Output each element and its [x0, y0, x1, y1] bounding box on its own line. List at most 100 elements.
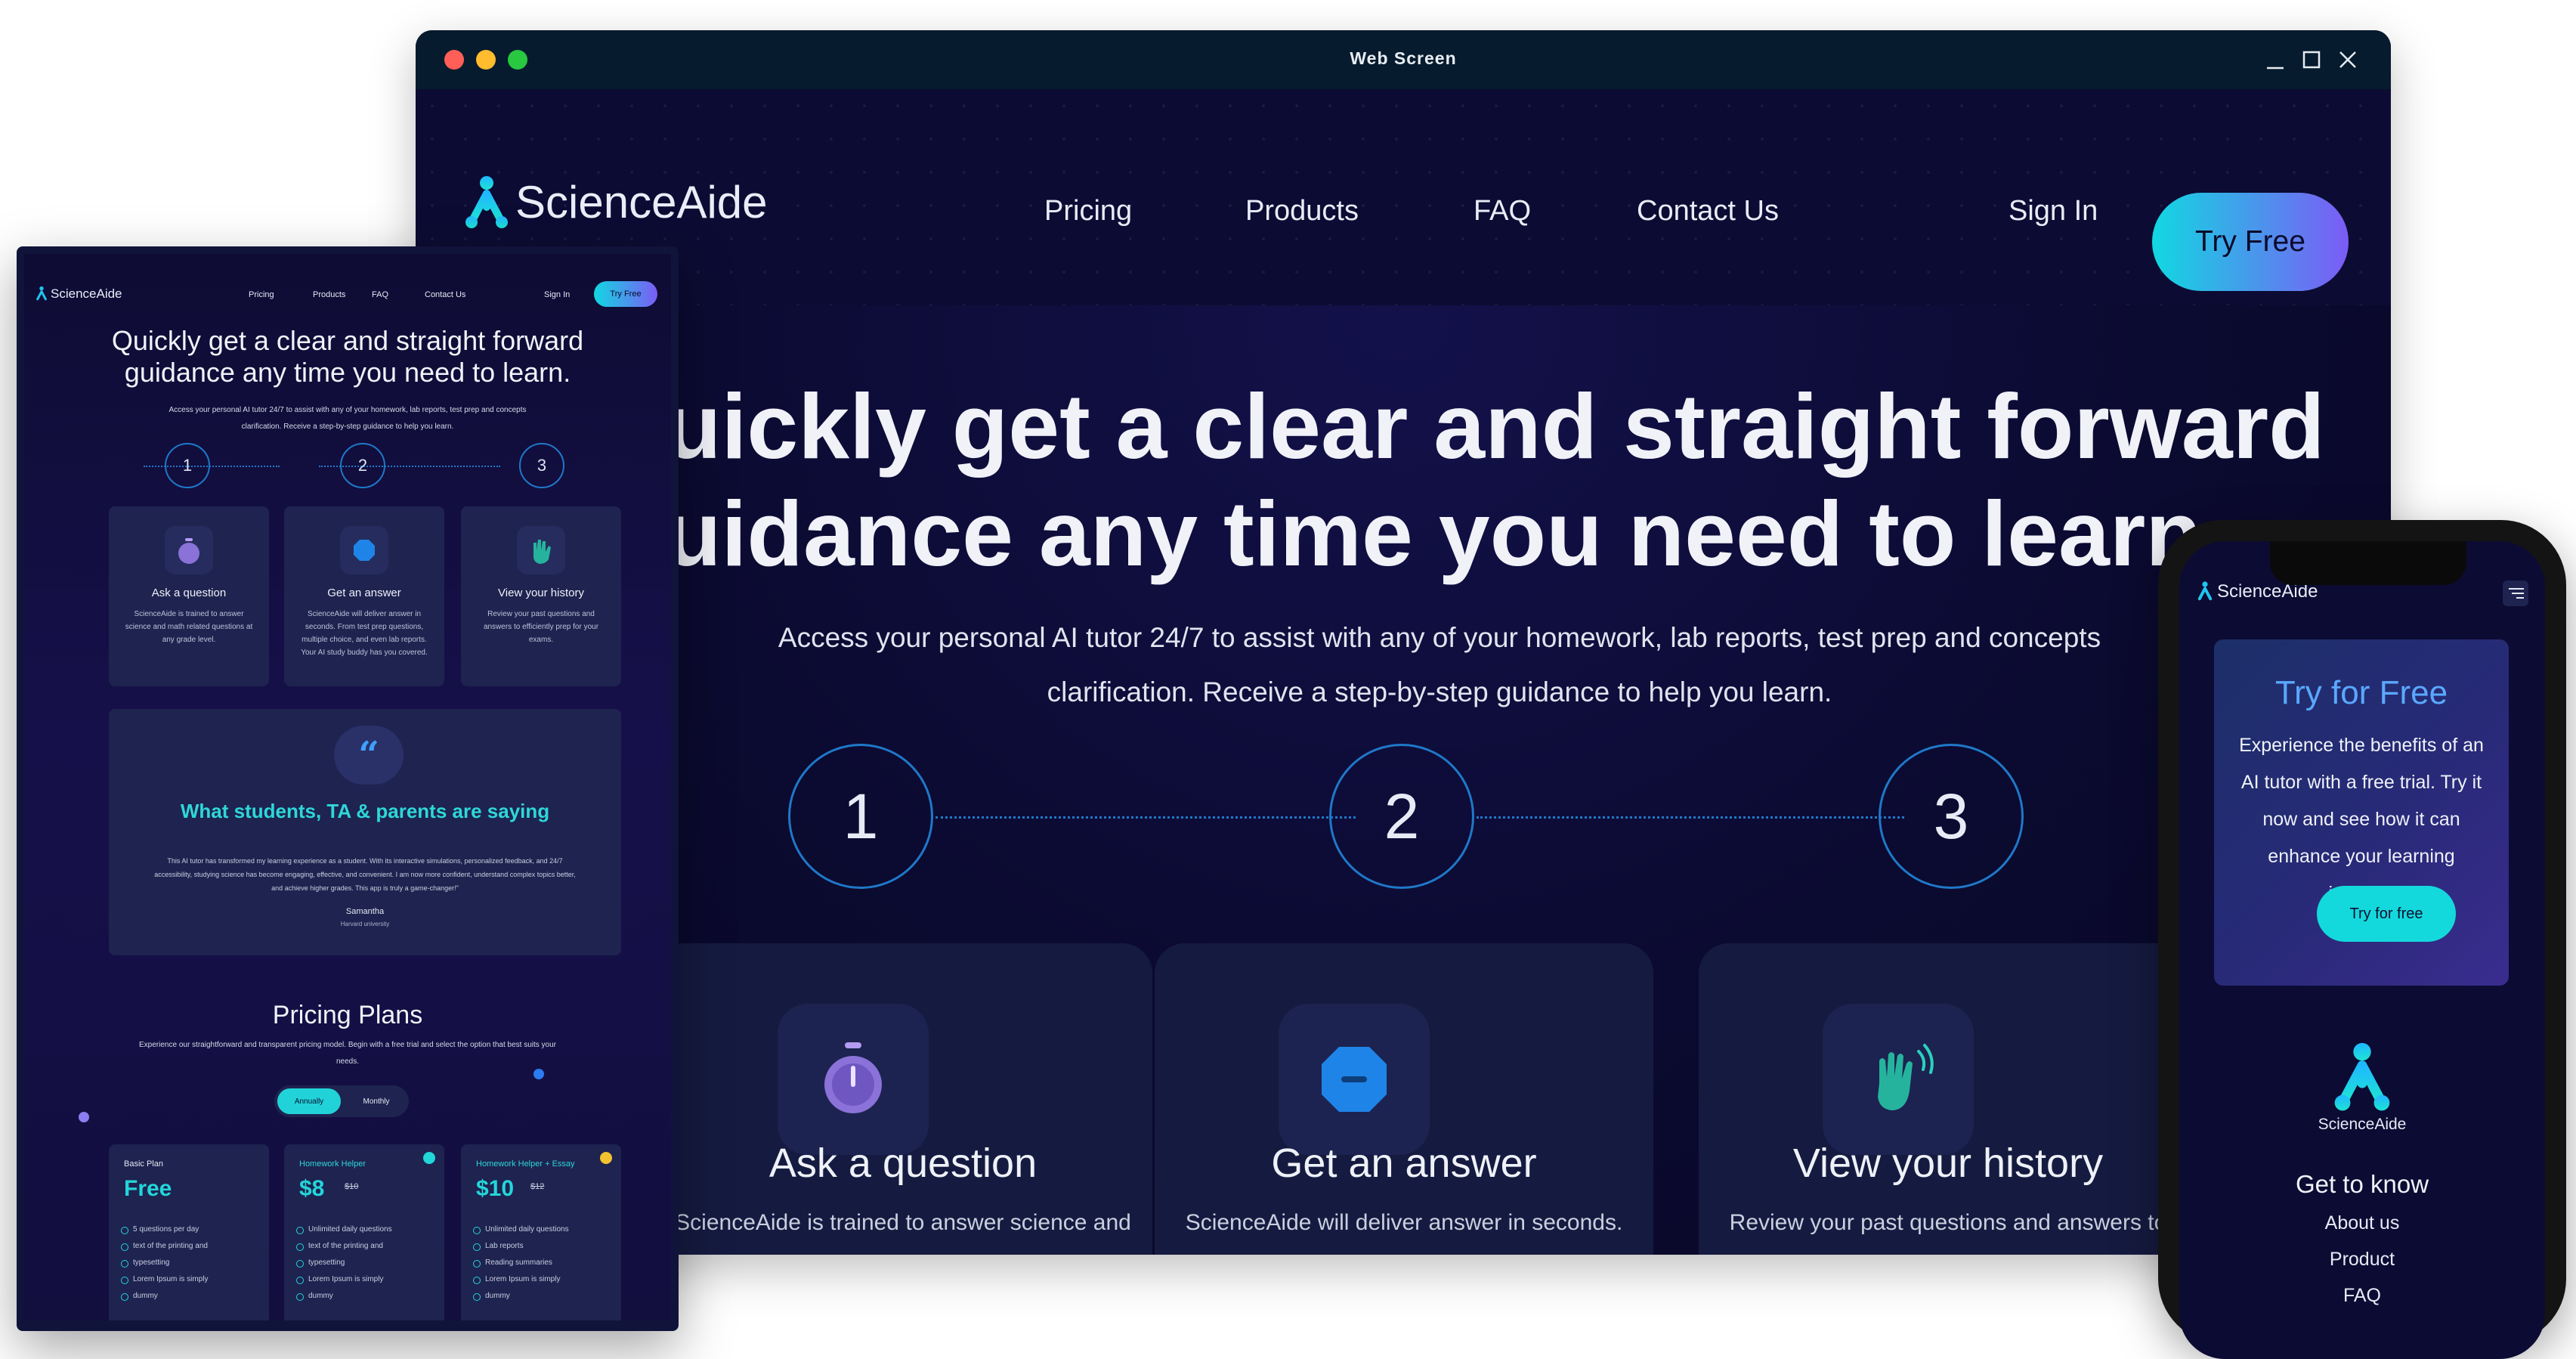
- footer-link-product[interactable]: Product: [2179, 1249, 2545, 1271]
- stopwatch-icon: [778, 1004, 929, 1155]
- plan-feature: dummy: [121, 1288, 257, 1305]
- tablet-screen: ScienceAide Pricing Products FAQ Contact…: [24, 254, 671, 1320]
- stop-sign-icon: [1279, 1004, 1430, 1155]
- nav-link-pricing[interactable]: Pricing: [249, 290, 274, 299]
- decor-dot: [533, 1069, 544, 1079]
- sign-in-link[interactable]: Sign In: [2009, 195, 2098, 228]
- testimonial-org: Harvard university: [340, 921, 390, 927]
- feature-card-desc: Review your past questions and answers t…: [1729, 1210, 2167, 1255]
- scienceaide-logo-icon: [465, 176, 508, 228]
- waving-hand-icon: [1823, 1004, 1974, 1155]
- nav-link-pricing[interactable]: Pricing: [1044, 195, 1132, 228]
- minimize-icon[interactable]: [2262, 47, 2288, 73]
- feature-card-ask: Ask a question ScienceAide is trained to…: [654, 943, 1152, 1255]
- plan-feature: text of the printing and: [296, 1238, 432, 1255]
- step-connector: [144, 466, 280, 467]
- toggle-monthly[interactable]: Monthly: [347, 1088, 406, 1114]
- hero-heading: uickly get a clear and straight forward …: [665, 373, 2325, 587]
- plan-card-homework[interactable]: Homework Helper $8 $10 Unlimited daily q…: [284, 1144, 444, 1320]
- step-2-circle: 2: [1329, 744, 1474, 889]
- feature-card-history: View your history Review your past quest…: [1699, 943, 2197, 1255]
- try-free-button[interactable]: Try Free: [2152, 193, 2349, 291]
- plan-price: $10: [476, 1176, 515, 1201]
- feature-card-desc: ScienceAide is trained to answer science…: [675, 1210, 1131, 1255]
- plan-old-price: $12: [530, 1182, 545, 1191]
- plan-card-homework-essay[interactable]: Homework Helper + Essay $10 $12 Unlimite…: [461, 1144, 621, 1320]
- feature-card-title: Get an answer: [327, 587, 401, 599]
- nav-link-contact[interactable]: Contact Us: [425, 290, 465, 299]
- plan-old-price: $10: [345, 1182, 359, 1191]
- plan-feature: dummy: [296, 1288, 432, 1305]
- plan-name: Homework Helper: [299, 1159, 366, 1169]
- testimonial-card: “ What students, TA & parents are saying…: [109, 709, 621, 955]
- phone-mockup: ScienceAide Try for Free Experience the …: [2158, 520, 2566, 1359]
- plan-feature: Unlimited daily questions: [473, 1221, 609, 1238]
- footer-heading: Get to know: [2295, 1170, 2429, 1198]
- feature-card-desc: Review your past questions and answers t…: [483, 610, 599, 644]
- plan-feature: Lorem Ipsum is simply: [121, 1271, 257, 1288]
- plan-feature: dummy: [473, 1288, 609, 1305]
- footer-logo-icon: [2179, 1040, 2545, 1113]
- plan-price: $8: [299, 1176, 325, 1201]
- feature-card-title: Get an answer: [1271, 1141, 1537, 1186]
- brand-name: ScienceAide: [51, 286, 122, 301]
- nav-link-faq[interactable]: FAQ: [372, 290, 388, 299]
- tablet-hero-subtitle: Access your personal AI tutor 24/7 to as…: [169, 406, 527, 431]
- hero-heading-line-2: uidance any time you need to learn.: [665, 482, 2228, 585]
- feature-card-desc: ScienceAide will deliver answer in secon…: [1185, 1210, 1623, 1255]
- nav-link-products[interactable]: Products: [1245, 195, 1359, 228]
- close-icon[interactable]: [2335, 47, 2361, 73]
- nav-link-contact[interactable]: Contact Us: [1637, 195, 1779, 228]
- pricing-subtitle: Experience our straightforward and trans…: [139, 1041, 556, 1066]
- tablet-mockup: ScienceAide Pricing Products FAQ Contact…: [17, 246, 679, 1331]
- plan-features: 5 questions per day text of the printing…: [121, 1221, 257, 1305]
- plan-feature: 5 questions per day: [121, 1221, 257, 1238]
- hamburger-menu-icon[interactable]: [2503, 580, 2528, 606]
- step-1-circle: 1: [788, 744, 933, 889]
- phone-notch: [2270, 541, 2466, 585]
- nav-link-products[interactable]: Products: [313, 290, 345, 299]
- stop-sign-icon: [340, 526, 388, 574]
- brand-logo[interactable]: ScienceAide: [464, 174, 768, 230]
- step-1-circle: 1: [165, 443, 210, 488]
- feature-card-desc: ScienceAide is trained to answer science…: [125, 610, 253, 644]
- nav-link-faq[interactable]: FAQ: [1474, 195, 1531, 228]
- try-free-button[interactable]: Try Free: [594, 281, 657, 307]
- try-for-free-button[interactable]: Try for free: [2317, 886, 2456, 942]
- sign-in-link[interactable]: Sign In: [544, 290, 570, 299]
- maximize-icon[interactable]: [2299, 47, 2324, 73]
- website-viewport: ScienceAide Pricing Products FAQ Contact…: [416, 89, 2391, 1255]
- step-connector: [1477, 816, 1904, 819]
- tablet-brand-logo[interactable]: ScienceAide: [35, 286, 122, 302]
- trial-text: Experience the benefits of an AI tutor w…: [2239, 735, 2484, 904]
- plan-price: Free: [124, 1176, 172, 1201]
- feature-card-answer: Get an answer ScienceAide will deliver a…: [1155, 943, 1653, 1255]
- site-navbar: ScienceAide Pricing Products FAQ Contact…: [416, 89, 2391, 305]
- toggle-annually[interactable]: Annually: [277, 1088, 341, 1114]
- feature-card-title: Ask a question: [151, 587, 227, 599]
- billing-toggle: Annually Monthly: [274, 1085, 409, 1117]
- window-titlebar: Web Screen: [416, 30, 2391, 89]
- plan-feature: typesetting: [121, 1255, 257, 1271]
- stopwatch-icon: [165, 526, 213, 574]
- scienceaide-logo-icon: [36, 286, 47, 301]
- feature-card-answer: Get an answer ScienceAide will deliver a…: [284, 506, 444, 686]
- desktop-browser-window: Web Screen ScienceAide Pricing Products …: [416, 30, 2391, 1255]
- trial-title: Try for Free: [2274, 674, 2448, 711]
- testimonial-name: Samantha: [345, 907, 385, 916]
- waving-hand-icon: [517, 526, 565, 574]
- pricing-title: Pricing Plans: [272, 1001, 423, 1029]
- footer-link-about[interactable]: About us: [2179, 1212, 2545, 1234]
- plan-card-basic[interactable]: Basic Plan Free 5 questions per day text…: [109, 1144, 269, 1320]
- feature-card-title: View your history: [498, 587, 584, 599]
- plan-badge-icon: [600, 1152, 612, 1164]
- step-3-circle: 3: [519, 443, 564, 488]
- trial-card: Try for Free Experience the benefits of …: [2214, 639, 2509, 986]
- plan-feature: Reading summaries: [473, 1255, 609, 1271]
- phone-screen: ScienceAide Try for Free Experience the …: [2179, 541, 2545, 1359]
- scienceaide-logo-icon: [2197, 581, 2213, 601]
- feature-card-title: View your history: [1792, 1141, 2104, 1186]
- feature-card-title: Ask a question: [768, 1141, 1038, 1186]
- plan-features: Unlimited daily questions Lab reports Re…: [473, 1221, 609, 1305]
- footer-link-faq[interactable]: FAQ: [2179, 1285, 2545, 1307]
